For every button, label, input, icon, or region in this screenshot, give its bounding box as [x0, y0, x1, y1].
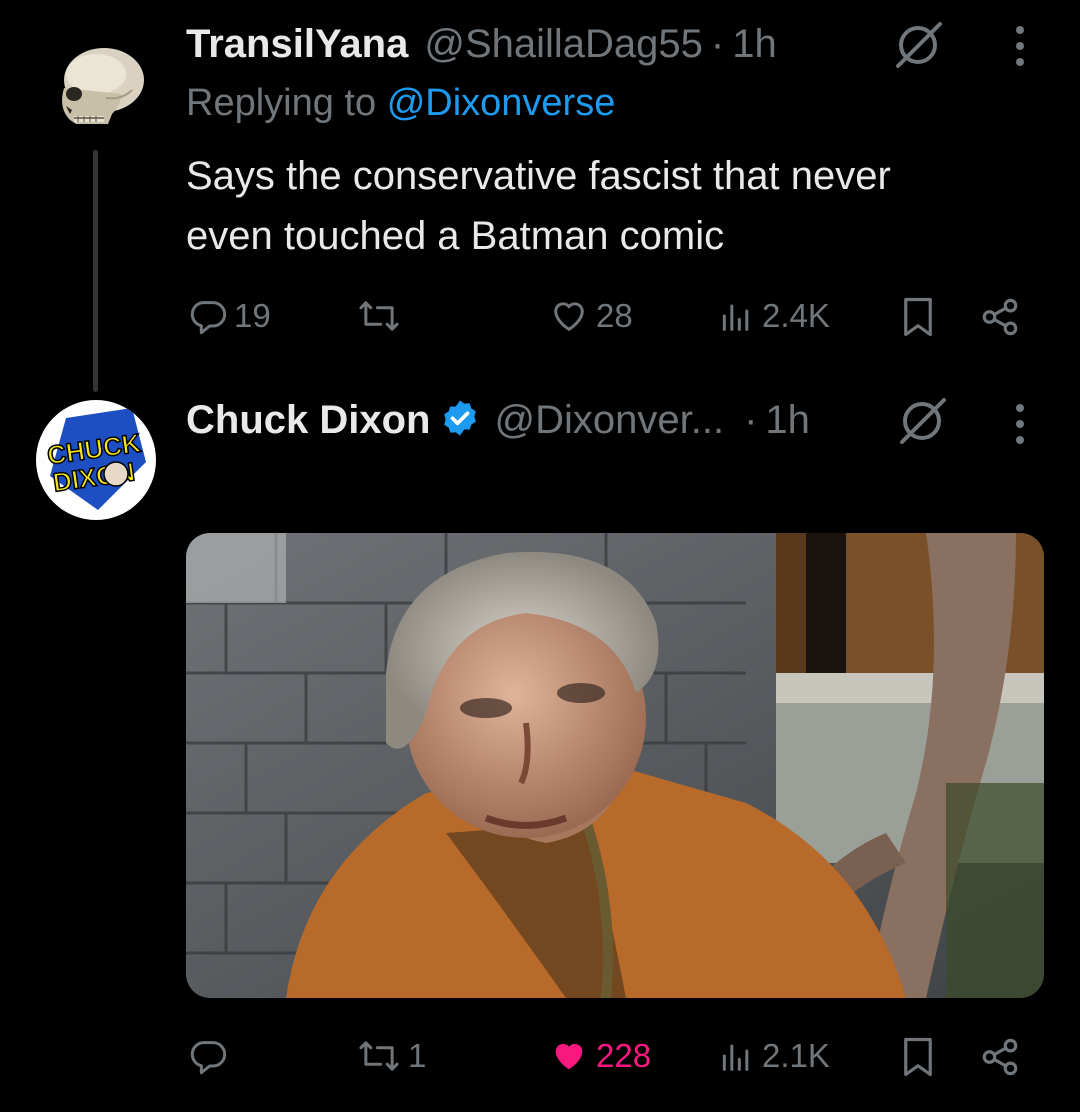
main-like-count: 228	[596, 1037, 652, 1074]
verified-badge-icon	[440, 398, 480, 443]
views-count: 2.4K	[762, 297, 830, 334]
tweet-media-image[interactable]	[186, 533, 1044, 998]
reply-icon	[190, 301, 227, 335]
main-repost-button[interactable]: 1	[356, 1036, 426, 1076]
reply-text-line1: Says the conservative fascist that never	[186, 154, 891, 198]
main-views-button[interactable]: 2.1K	[716, 1036, 830, 1076]
views-icon	[722, 304, 749, 331]
repost-icon	[359, 301, 399, 331]
main-views-count: 2.1K	[762, 1037, 830, 1074]
main-repost-count: 1	[408, 1037, 427, 1074]
main-repost-icon	[359, 1041, 399, 1071]
main-handle[interactable]: @Dixonver...	[494, 398, 724, 443]
like-button[interactable]: 28	[548, 296, 633, 336]
main-reply-icon	[190, 1041, 227, 1075]
main-bookmark-icon	[904, 1037, 932, 1077]
share-button[interactable]	[978, 296, 1022, 343]
reply-handle[interactable]: @ShaillaDag55	[424, 22, 703, 67]
main-share-icon	[982, 1038, 1018, 1076]
main-views-icon	[722, 1044, 749, 1071]
replying-prefix: Replying to	[186, 82, 377, 124]
main-reply-button[interactable]	[188, 1036, 234, 1076]
share-icon	[982, 298, 1018, 336]
main-more-icon[interactable]	[1010, 402, 1030, 453]
like-icon	[554, 302, 584, 331]
reply-separator: ·	[710, 21, 725, 66]
main-bookmark-button[interactable]	[900, 1036, 936, 1083]
views-button[interactable]: 2.4K	[716, 296, 830, 336]
thread-line	[93, 150, 98, 392]
replying-to-line: Replying to @Dixonverse	[186, 82, 615, 125]
reply-time[interactable]: 1h	[732, 22, 777, 67]
repost-button[interactable]	[356, 296, 408, 336]
reply-more-icon[interactable]	[1010, 24, 1030, 75]
main-separator: ·	[744, 397, 758, 442]
reply-button[interactable]: 19	[188, 296, 271, 336]
grok-icon[interactable]	[892, 20, 946, 75]
reply-text-line2: even touched a Batman comic	[186, 214, 725, 258]
skull-avatar[interactable]	[36, 28, 156, 148]
main-like-icon	[555, 1043, 583, 1070]
like-count: 28	[596, 297, 633, 334]
main-grok-icon[interactable]	[896, 396, 950, 451]
bookmark-button[interactable]	[900, 296, 936, 343]
main-share-button[interactable]	[978, 1036, 1022, 1083]
main-like-button[interactable]: 228	[548, 1036, 651, 1076]
main-time[interactable]: 1h	[765, 398, 810, 443]
replying-mention[interactable]: @Dixonverse	[387, 82, 616, 124]
reply-count: 19	[234, 297, 271, 334]
reply-display-name[interactable]: TransilYana	[186, 22, 408, 67]
main-display-name[interactable]: Chuck Dixon	[186, 398, 430, 443]
reply-text: Says the conservative fascist that never…	[186, 146, 891, 266]
bookmark-icon	[904, 297, 932, 337]
chuck-dixon-avatar[interactable]: CHUCK DIXON	[36, 400, 156, 520]
